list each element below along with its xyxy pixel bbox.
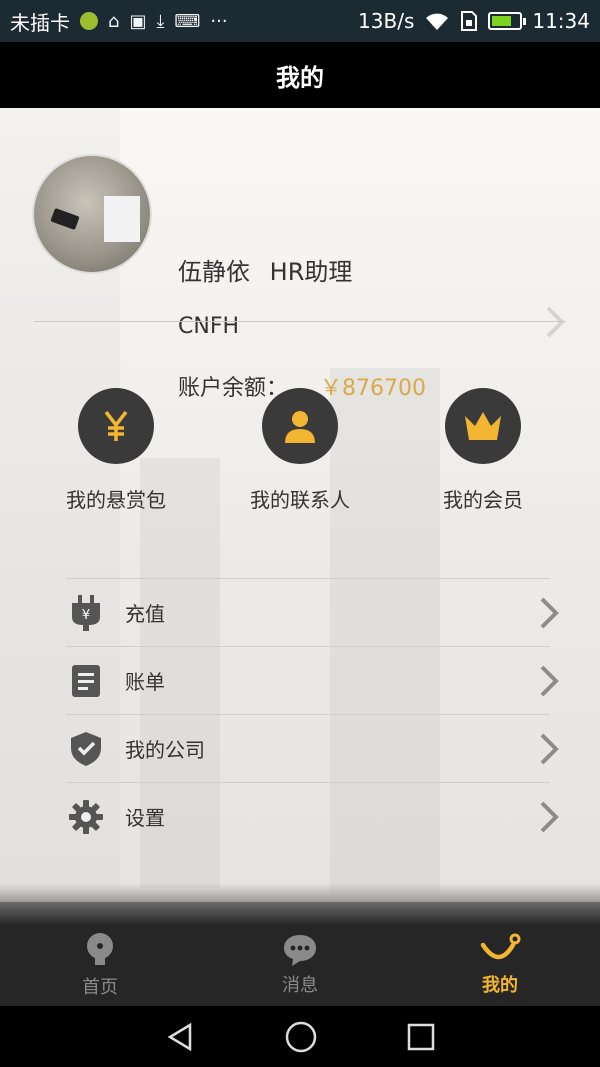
clock: 11:34: [532, 9, 590, 33]
company-name: CNFH: [178, 314, 240, 339]
carrier-text: 未插卡: [10, 10, 70, 35]
yen-icon: [104, 410, 128, 441]
system-nav-bar: [0, 1006, 600, 1067]
title-bar: 我的: [0, 42, 600, 108]
menu-item-recharge[interactable]: ¥ 充值: [66, 578, 559, 646]
nav-messages[interactable]: 消息: [200, 924, 400, 1006]
profile-name-line: 伍静依 HR助理: [178, 252, 352, 287]
signal-app-icon: [80, 12, 98, 30]
smile-icon: [480, 933, 521, 960]
status-right: 13B/s 11:34: [358, 9, 590, 33]
quick-action-label: 我的会员: [443, 488, 523, 512]
more-icon: ···: [210, 10, 228, 32]
quick-action-label: 我的联系人: [250, 488, 350, 512]
menu-item-label: 充值: [125, 602, 165, 626]
user-role: HR助理: [269, 258, 353, 286]
crown-icon: [465, 412, 501, 440]
menu-icon-wrap: [66, 797, 106, 837]
menu-icon-wrap: [66, 729, 106, 769]
bottom-nav: 首页 消息 我的: [0, 924, 600, 1006]
quick-action-membership[interactable]: 我的会员: [403, 388, 563, 513]
status-bar: 未插卡 ⌂ ▣ ⤓ ⌨ ··· 13B/s 11:34: [0, 0, 600, 42]
content-area: 伍静依 HR助理 CNFH 账户余额： ￥876700 我的悬赏包 我的联系人: [0, 108, 600, 924]
person-icon: [285, 411, 315, 443]
nav-home[interactable]: 首页: [0, 924, 200, 1006]
profile-chevron-right-icon[interactable]: [540, 304, 570, 340]
back-icon[interactable]: [164, 1021, 196, 1053]
svg-text:¥: ¥: [82, 608, 90, 623]
download-icon: ⤓: [156, 10, 165, 32]
quick-action-label: 我的悬赏包: [66, 488, 166, 512]
quick-circle: [78, 388, 154, 464]
avatar[interactable]: [32, 154, 152, 274]
bill-icon: [72, 664, 100, 697]
menu-icon-wrap: ¥: [66, 593, 106, 633]
avatar-phone: [50, 207, 80, 231]
quick-circle: [262, 388, 338, 464]
status-left: 未插卡 ⌂ ▣ ⤓ ⌨ ···: [10, 7, 358, 36]
quick-circle: [445, 388, 521, 464]
battery-fill: [492, 16, 511, 26]
menu-icon-wrap: [66, 661, 106, 701]
menu-item-settings[interactable]: 设置: [66, 782, 559, 850]
quick-action-reward-pack[interactable]: 我的悬赏包: [36, 388, 196, 513]
nav-label: 我的: [482, 975, 518, 996]
menu-item-bill[interactable]: 账单: [66, 646, 559, 714]
menu-item-label: 我的公司: [125, 738, 205, 762]
recharge-plug-icon: ¥: [72, 594, 100, 631]
user-name: 伍静依: [178, 258, 250, 286]
shield-check-icon: [71, 731, 101, 766]
bulb-icon: [87, 933, 113, 965]
home-circle-icon[interactable]: [284, 1020, 318, 1054]
menu-list: ¥ 充值 账单 我的公司 设置: [66, 578, 559, 850]
recents-icon[interactable]: [406, 1022, 436, 1052]
nav-label: 首页: [82, 977, 118, 998]
image-icon: ▣: [129, 10, 147, 32]
avatar-paper: [104, 196, 140, 242]
quick-action-contacts[interactable]: 我的联系人: [220, 388, 380, 513]
chevron-right-icon: [540, 801, 559, 833]
nav-mine[interactable]: 我的: [400, 924, 600, 1006]
menu-item-company[interactable]: 我的公司: [66, 714, 559, 782]
battery-icon: [488, 12, 527, 30]
chevron-right-icon: [540, 665, 559, 697]
keyboard-icon: ⌨: [174, 10, 201, 32]
chevron-right-icon: [540, 733, 559, 765]
wifi-icon: [426, 13, 449, 30]
chat-icon: [284, 935, 316, 966]
chevron-right-icon: [540, 597, 559, 629]
sim-icon: [461, 11, 478, 31]
page-title: 我的: [276, 63, 324, 92]
gear-icon: [69, 799, 103, 834]
menu-item-label: 账单: [125, 670, 165, 694]
background-strip: [0, 902, 600, 924]
profile-divider: [34, 321, 566, 322]
menu-item-label: 设置: [125, 806, 165, 830]
network-speed: 13B/s: [358, 9, 415, 33]
android-debug-icon: ⌂: [108, 10, 120, 32]
nav-label: 消息: [282, 975, 318, 996]
